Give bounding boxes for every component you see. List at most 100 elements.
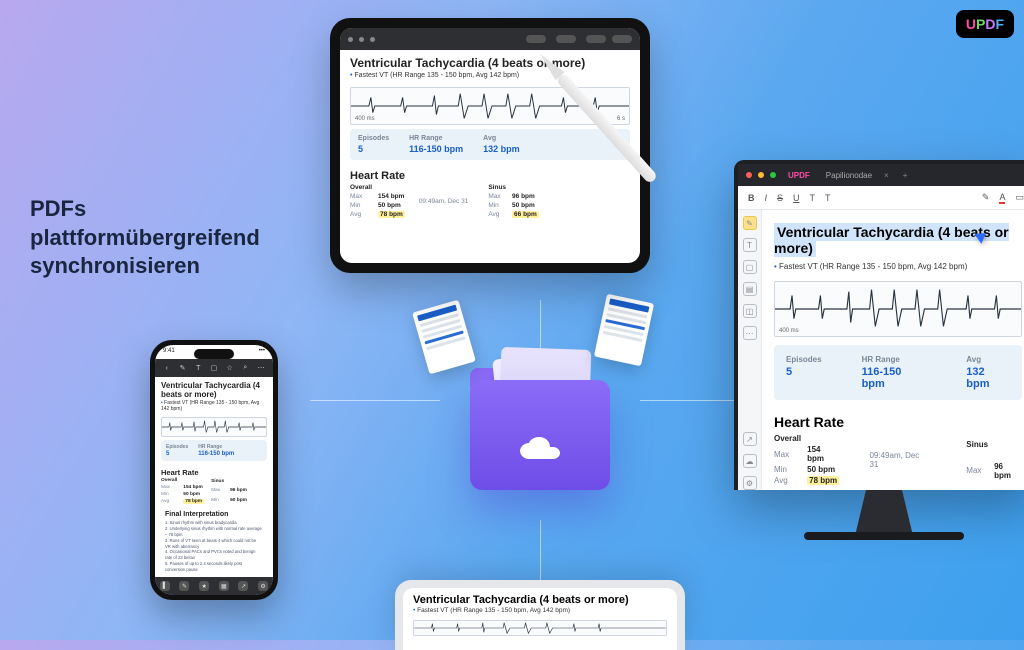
tool-icon[interactable]: ▢ — [210, 364, 218, 372]
sync-line-right — [640, 400, 740, 401]
stats-band: Episodes5 HR Range116-150 bpm — [161, 440, 267, 461]
ecg-chart — [413, 620, 667, 636]
cloud-icon — [515, 435, 565, 465]
tab-icon[interactable]: ▦ — [219, 581, 229, 591]
tablet-screen: Ventricular Tachycardia (4 beats or more… — [340, 28, 640, 263]
hr-grid: Overall Max154 bpm Min50 bpm Avg78 bpm S… — [161, 478, 267, 504]
monitor-doc: Ventricular Tachycardia (4 beats or more… — [762, 210, 1024, 490]
stat-label: Episodes — [358, 135, 389, 142]
tab-close-icon[interactable]: × — [884, 171, 889, 180]
logo-u: U — [966, 16, 976, 32]
doc-thumbnail-right — [594, 294, 654, 367]
stat-value: 5 — [358, 144, 389, 154]
close-icon[interactable] — [746, 172, 752, 178]
page-icon[interactable]: ▤ — [743, 282, 757, 296]
app-name: UPDF — [788, 171, 810, 180]
logo-p: P — [976, 16, 985, 32]
minimize-icon[interactable] — [758, 172, 764, 178]
ecg-scale-right: 6 s — [617, 116, 625, 122]
doc-thumbnail-left — [412, 300, 476, 375]
pen-icon[interactable]: ✎ — [982, 192, 990, 203]
doc-title: Ventricular Tachycardia (4 beats or more… — [340, 50, 640, 72]
tab-icon[interactable]: ▌ — [160, 581, 170, 591]
ecg-chart — [161, 417, 267, 437]
desktop-monitor: UPDF Papilionodae × + B I S U T T ✎ A ▭ … — [734, 160, 1024, 540]
maximize-icon[interactable] — [770, 172, 776, 178]
image-icon[interactable]: ▢ — [743, 260, 757, 274]
dot-icon — [359, 37, 364, 42]
more-icon[interactable]: ⋯ — [257, 364, 265, 372]
hr-header: Heart Rate — [774, 406, 1022, 434]
tablet-toolbar — [340, 28, 640, 50]
window-titlebar: UPDF Papilionodae × + — [738, 164, 1024, 186]
hr-header: Heart Rate — [340, 164, 640, 184]
text-icon[interactable]: T — [743, 238, 757, 252]
doc-title: Ventricular Tachycardia (4 beats or more… — [155, 377, 273, 400]
bold-button[interactable]: B — [748, 193, 755, 203]
stat-value: 132 bpm — [483, 144, 520, 154]
tool-icon[interactable] — [526, 35, 546, 43]
tablet-device: Ventricular Tachycardia (4 beats or more… — [330, 18, 650, 273]
sidebar: ✎ T ▢ ▤ ◫ ⋯ ↗ ☁ ⚙ — [738, 210, 762, 490]
doc-subtitle: Fastest VT (HR Range 135 - 150 bpm, Avg … — [403, 607, 677, 618]
phone-screen: 9:41••• ‹✎T▢☆⌕⋯ Ventricular Tachycardia … — [155, 345, 273, 595]
underline-button[interactable]: U — [793, 193, 800, 203]
stat-value: 116-150 bpm — [409, 144, 463, 154]
stat-label: HR Range — [409, 135, 463, 142]
tool-icon[interactable] — [586, 35, 606, 43]
back-icon[interactable]: ‹ — [163, 364, 171, 372]
crop-icon[interactable]: ◫ — [743, 304, 757, 318]
hr-grid: Overall Max154 bpm Min50 bpm Avg78 bpm 0… — [774, 434, 1022, 485]
tool-icon[interactable]: T — [194, 364, 202, 372]
settings-icon[interactable]: ⚙ — [743, 476, 757, 490]
headline: PDFs plattformübergreifend synchronisier… — [30, 195, 260, 281]
italic-button[interactable]: I — [765, 193, 768, 203]
tab-icon[interactable]: ⚙ — [258, 581, 268, 591]
text-button[interactable]: T — [810, 193, 816, 203]
annotate-icon[interactable]: ✎ — [743, 216, 757, 230]
phone-toolbar: ‹ ✎ T ▢ ☆ ⌕ ⋯ — [155, 359, 273, 377]
stats-band: Episodes 5 HR Range 116-150 bpm Avg 132 bpm — [350, 129, 630, 160]
phone-doc: Ventricular Tachycardia (4 beats or more… — [155, 377, 273, 577]
tab-name[interactable]: Papilionodae — [826, 171, 872, 180]
eraser-icon[interactable]: ▭ — [1015, 192, 1024, 203]
ecg-chart: 400 ms — [774, 281, 1022, 337]
doc-subtitle: Fastest VT (HR Range 135 - 150 bpm, Avg … — [155, 400, 273, 415]
logo-d: D — [985, 16, 995, 32]
stats-band: Episodes5 HR Range116-150 bpm Avg132 bpm — [774, 345, 1022, 400]
search-icon[interactable]: ⌕ — [241, 364, 249, 372]
cloud-icon[interactable]: ☁ — [743, 454, 757, 468]
dot-icon — [348, 37, 353, 42]
tool-icon[interactable] — [612, 35, 632, 43]
highlighted-title: Ventricular Tachycardia (4 beats or more… — [774, 223, 1009, 257]
tool-icon[interactable] — [556, 35, 576, 43]
logo-f: F — [995, 16, 1004, 32]
hr-grid: Overall Max154 bpm Min50 bpm Avg78 bpm 0… — [350, 184, 630, 218]
hr-overall: Overall — [350, 184, 372, 191]
final-header: Final Interpretation — [155, 507, 273, 520]
final-body: 1. Sinus rhythm with sinus bradycardia 2… — [165, 520, 263, 573]
doc-subtitle: Fastest VT (HR Range 135 - 150 bpm, Avg … — [340, 72, 640, 83]
tablet-bottom-screen: Ventricular Tachycardia (4 beats or more… — [403, 588, 677, 650]
tab-icon[interactable]: ↗ — [238, 581, 248, 591]
cloud-folder — [460, 340, 620, 500]
tablet-doc: Ventricular Tachycardia (4 beats or more… — [340, 50, 640, 224]
ecg-scale-left: 400 ms — [355, 116, 375, 122]
tool-icon[interactable]: ☆ — [226, 364, 234, 372]
phone-device: 9:41••• ‹✎T▢☆⌕⋯ Ventricular Tachycardia … — [150, 340, 278, 600]
stat-label: Avg — [483, 135, 520, 142]
tool-icon[interactable]: ✎ — [179, 364, 187, 372]
dot-icon — [370, 37, 375, 42]
doc-title: Ventricular Tachycardia (4 beats or more… — [403, 588, 677, 607]
share-icon[interactable]: ↗ — [743, 432, 757, 446]
battery-icon: ••• — [259, 348, 265, 359]
tab-icon[interactable]: ★ — [199, 581, 209, 591]
text-button[interactable]: T — [825, 193, 831, 203]
font-color-button[interactable]: A — [999, 192, 1005, 204]
hr-header: Heart Rate — [155, 464, 273, 478]
monitor-screen: UPDF Papilionodae × + B I S U T T ✎ A ▭ … — [734, 160, 1024, 490]
tool-icon[interactable]: ⋯ — [743, 326, 757, 340]
tab-icon[interactable]: ✎ — [179, 581, 189, 591]
tab-add-icon[interactable]: + — [903, 171, 908, 180]
strike-button[interactable]: S — [777, 193, 783, 203]
